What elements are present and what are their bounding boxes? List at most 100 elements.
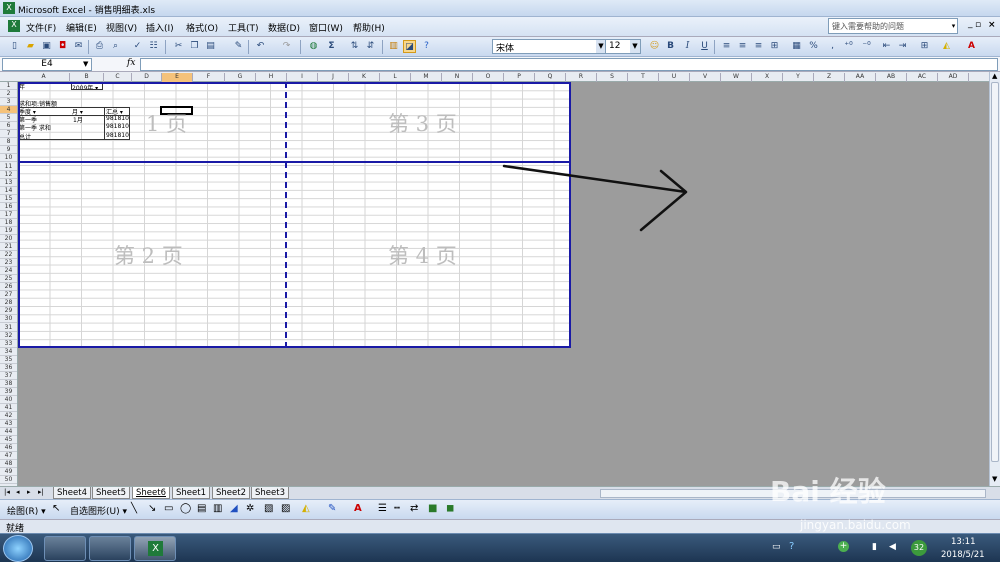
- column-header-w[interactable]: W: [721, 73, 752, 82]
- spelling-icon[interactable]: ✓: [131, 40, 144, 53]
- help-icon[interactable]: ?: [420, 40, 433, 53]
- column-header-r[interactable]: R: [566, 73, 597, 82]
- chevron-down-icon[interactable]: ▼: [83, 60, 88, 68]
- font-color-icon[interactable]: A: [965, 40, 978, 53]
- first-sheet-icon[interactable]: |◂: [4, 488, 10, 496]
- vertical-textbox-icon[interactable]: ▥: [213, 503, 222, 514]
- row-header-49[interactable]: 49: [0, 468, 17, 477]
- open-icon[interactable]: ▰: [24, 40, 37, 53]
- row-header-28[interactable]: 28: [0, 299, 17, 308]
- bold-button[interactable]: B: [664, 40, 677, 53]
- column-header-ad[interactable]: AD: [938, 73, 969, 82]
- smiley-icon[interactable]: ☺: [648, 40, 661, 53]
- row-header-14[interactable]: 14: [0, 187, 17, 195]
- help-dropdown-icon[interactable]: ▾: [949, 19, 958, 33]
- row-header-46[interactable]: 46: [0, 444, 17, 453]
- row-header-10[interactable]: 10: [0, 154, 17, 163]
- column-header-q[interactable]: Q: [535, 73, 566, 82]
- dash-style-icon[interactable]: ┅: [394, 503, 400, 514]
- row-header-38[interactable]: 38: [0, 380, 17, 388]
- row-header-22[interactable]: 22: [0, 251, 17, 260]
- tray-network-icon[interactable]: ▮: [872, 542, 877, 552]
- vertical-scrollbar[interactable]: ▲ ▼: [989, 72, 1000, 486]
- column-header-m[interactable]: M: [411, 73, 442, 82]
- fill-color-icon[interactable]: ◭: [302, 503, 310, 514]
- column-header-j[interactable]: J: [318, 73, 349, 82]
- clock-date[interactable]: 2018/5/21: [941, 550, 985, 560]
- borders-icon[interactable]: ⊞: [918, 40, 931, 53]
- menu-view[interactable]: 视图(V): [106, 21, 137, 34]
- row-header-24[interactable]: 24: [0, 267, 17, 276]
- paste-icon[interactable]: ▤: [204, 40, 217, 53]
- picture-icon[interactable]: ▨: [281, 503, 290, 514]
- row-header-13[interactable]: 13: [0, 179, 17, 187]
- row-header-7[interactable]: 7: [0, 130, 17, 139]
- font-color-icon[interactable]: A: [354, 503, 362, 514]
- font-size-select[interactable]: 12 ▼: [605, 39, 641, 54]
- align-center-icon[interactable]: ≡: [736, 40, 749, 53]
- menu-edit[interactable]: 编辑(E): [66, 21, 97, 34]
- row-header-23[interactable]: 23: [0, 259, 17, 268]
- underline-button[interactable]: U: [698, 40, 711, 53]
- increase-indent-icon[interactable]: ⇥: [896, 40, 909, 53]
- select-objects-icon[interactable]: ↖: [52, 503, 60, 514]
- column-header-c[interactable]: C: [104, 73, 132, 82]
- tab-sheet1[interactable]: Sheet1: [172, 487, 210, 499]
- row-header-2[interactable]: 2: [0, 90, 17, 99]
- copy-icon[interactable]: ❐: [188, 40, 201, 53]
- column-header-z[interactable]: Z: [814, 73, 845, 82]
- research-icon[interactable]: ☷: [147, 40, 160, 53]
- comma-button[interactable]: ,: [826, 40, 839, 53]
- line-color-icon[interactable]: ✎: [328, 503, 336, 514]
- menu-data[interactable]: 数据(D): [268, 21, 300, 34]
- arrow-icon[interactable]: ↘: [148, 503, 156, 514]
- start-button[interactable]: [3, 535, 33, 562]
- taskbar-ie-icon[interactable]: [44, 536, 86, 561]
- draw-menu-button[interactable]: 绘图(R) ▾: [7, 504, 46, 517]
- shadow-icon[interactable]: ■: [428, 503, 437, 514]
- row-header-29[interactable]: 29: [0, 307, 17, 316]
- scroll-thumb[interactable]: [991, 82, 999, 462]
- increase-decimal-icon[interactable]: ⁺⁰: [842, 40, 855, 53]
- sort-asc-icon[interactable]: ⇅: [348, 40, 361, 53]
- clipart-icon[interactable]: ▧: [264, 503, 273, 514]
- menu-insert[interactable]: 插入(I): [146, 21, 174, 34]
- column-header-ac[interactable]: AC: [907, 73, 938, 82]
- cut-icon[interactable]: ✂: [172, 40, 185, 53]
- row-header-20[interactable]: 20: [0, 235, 17, 243]
- taskbar-refresh-icon[interactable]: [89, 536, 131, 561]
- row-header-26[interactable]: 26: [0, 283, 17, 292]
- last-sheet-icon[interactable]: ▸|: [38, 488, 44, 496]
- menu-tools[interactable]: 工具(T): [228, 21, 259, 34]
- row-header-39[interactable]: 39: [0, 388, 17, 396]
- insert-function-icon[interactable]: fx: [127, 58, 135, 68]
- menu-file[interactable]: 文件(F): [26, 21, 56, 34]
- column-header-u[interactable]: U: [659, 73, 690, 82]
- column-header-n[interactable]: N: [442, 73, 473, 82]
- decrease-indent-icon[interactable]: ⇤: [880, 40, 893, 53]
- row-header-8[interactable]: 8: [0, 138, 17, 147]
- row-header-48[interactable]: 48: [0, 460, 17, 469]
- row-header-42[interactable]: 42: [0, 412, 17, 421]
- percent-button[interactable]: %: [807, 40, 820, 53]
- next-sheet-icon[interactable]: ▸: [27, 488, 31, 496]
- diagram-icon[interactable]: ✲: [246, 503, 254, 514]
- worksheet-grid[interactable]: 年 2009年 ▾ 求和项:销售额 季度 ▾ 月 ▾ 汇总 ▾ 第一季 1月 9…: [18, 82, 989, 486]
- new-icon[interactable]: ▯: [8, 40, 21, 53]
- clock-time[interactable]: 13:11: [951, 537, 976, 547]
- autoshapes-button[interactable]: 自选图形(U) ▾: [70, 504, 127, 517]
- format-painter-icon[interactable]: ✎: [232, 40, 245, 53]
- row-header-5[interactable]: 5: [0, 114, 17, 123]
- row-header-45[interactable]: 45: [0, 436, 17, 445]
- column-header-g[interactable]: G: [225, 73, 256, 82]
- email-icon[interactable]: ✉: [72, 40, 85, 53]
- fill-color-icon[interactable]: ◭: [940, 40, 953, 53]
- menu-format[interactable]: 格式(O): [186, 21, 218, 34]
- undo-icon[interactable]: ↶: [254, 40, 267, 53]
- tray-badge[interactable]: 32: [911, 540, 927, 556]
- column-header-a[interactable]: A: [18, 73, 70, 82]
- line-icon[interactable]: ╲: [131, 503, 137, 514]
- row-header-4[interactable]: 4: [0, 106, 17, 115]
- close-doc-button[interactable]: ×: [988, 20, 996, 30]
- row-header-30[interactable]: 30: [0, 315, 17, 324]
